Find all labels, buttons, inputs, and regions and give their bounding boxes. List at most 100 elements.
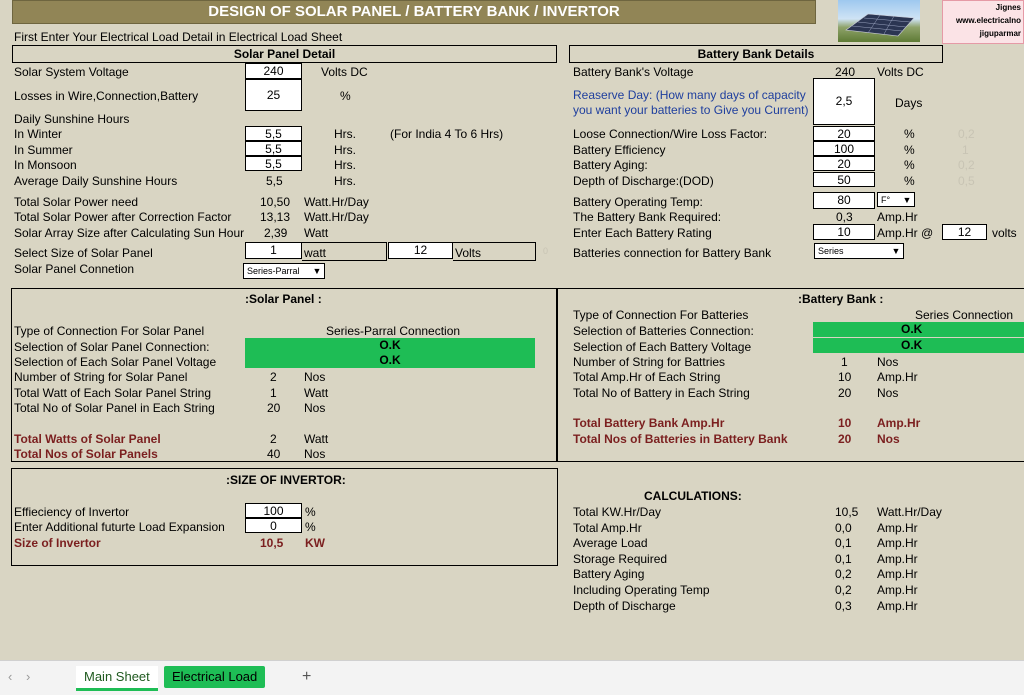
author-handle: jiguparmar <box>979 29 1021 38</box>
solar-panels-string-value: 20 <box>267 401 281 415</box>
calc-row-value: 0,2 <box>835 567 852 581</box>
dod-unit: % <box>904 174 915 188</box>
dod-input[interactable]: 50 <box>813 172 875 187</box>
chevron-down-icon[interactable]: ▼ <box>311 265 323 277</box>
sheet-title-banner: DESIGN OF SOLAR PANEL / BATTERY BANK / I… <box>12 0 816 24</box>
solar-panels-string-label: Total No of Solar Panel in Each String <box>14 401 215 415</box>
reserve-day-label-2: you want your batteries to Give you Curr… <box>573 103 809 117</box>
sheet-tab-bar: ‹ › Main Sheet Electrical Load + <box>0 660 1024 695</box>
solar-sel-volt-status: O.K <box>245 353 535 368</box>
losses-label: Losses in Wire,Connection,Battery <box>14 89 199 103</box>
total-batteries-value: 20 <box>838 432 852 446</box>
solar-panels-string-unit: Nos <box>304 401 326 415</box>
solar-sel-conn-status: O.K <box>245 338 535 353</box>
winter-label: In Winter <box>14 127 63 141</box>
dod-ghost: 0,5 <box>958 174 975 188</box>
solar-panel-detail-header: Solar Panel Detail <box>12 45 557 63</box>
battery-aging-ghost: 0,2 <box>958 158 975 172</box>
invertor-title: :SIZE OF INVERTOR: <box>226 473 346 487</box>
battery-amp-string-unit: Amp.Hr <box>877 370 918 384</box>
monsoon-input[interactable]: 5,5 <box>245 156 302 171</box>
battery-sel-volt-label: Selection of Each Battery Voltage <box>573 340 752 354</box>
battery-efficiency-input[interactable]: 100 <box>813 141 875 156</box>
battery-connection-value: Series <box>818 246 844 256</box>
solar-watt-string-label: Total Watt of Each Solar Panel String <box>14 386 211 400</box>
panel-connection-dropdown[interactable]: Series-Parral ▼ <box>243 263 325 279</box>
solar-strings-value: 2 <box>270 370 277 384</box>
battery-efficiency-unit: % <box>904 143 915 157</box>
panel-volts-input[interactable]: 12 <box>388 242 453 259</box>
solar-strings-label: Number of String for Solar Panel <box>14 370 188 384</box>
battery-strings-value: 1 <box>841 355 848 369</box>
losses-input[interactable]: 25 <box>245 79 302 111</box>
calc-row-value: 0,1 <box>835 536 852 550</box>
calc-row-unit: Amp.Hr <box>877 583 918 597</box>
loose-connection-unit: % <box>904 127 915 141</box>
battery-result-title: :Battery Bank : <box>798 292 884 306</box>
temp-unit-dropdown[interactable]: F° ▼ <box>877 192 915 207</box>
solar-sel-volt-label: Selection of Each Solar Panel Voltage <box>14 355 217 369</box>
system-voltage-unit: Volts DC <box>321 65 368 79</box>
power-need-label: Total Solar Power need <box>14 195 139 209</box>
total-watts-unit: Watt <box>304 432 329 446</box>
battery-sel-conn-status: O.K <box>813 322 1024 337</box>
summer-input[interactable]: 5,5 <box>245 141 302 156</box>
battery-voltage-unit: Volts DC <box>877 65 924 79</box>
panel-size-label: Select Size of Solar Panel <box>14 246 153 260</box>
summer-unit: Hrs. <box>334 143 356 157</box>
winter-input[interactable]: 5,5 <box>245 126 302 141</box>
battery-voltage-label: Battery Bank's Voltage <box>573 65 694 79</box>
calc-row-label: Total KW.Hr/Day <box>573 505 662 519</box>
battery-volts-input[interactable]: 12 <box>942 224 987 240</box>
calc-row-label: Depth of Discharge <box>573 599 676 613</box>
tab-main-sheet[interactable]: Main Sheet <box>76 666 158 691</box>
battery-aging-input[interactable]: 20 <box>813 156 875 171</box>
solar-panel-image <box>838 0 920 42</box>
total-panels-label: Total Nos of Solar Panels <box>14 447 158 461</box>
power-need-unit: Watt.Hr/Day <box>304 195 369 209</box>
chevron-down-icon[interactable]: ▼ <box>890 245 902 257</box>
panel-trail-value: 0 <box>543 246 549 256</box>
battery-amp-string-value: 10 <box>838 370 852 384</box>
reserve-day-input[interactable]: 2,5 <box>813 78 875 125</box>
array-size-label: Solar Array Size after Calculating Sun H… <box>14 226 245 240</box>
operating-temp-input[interactable]: 80 <box>813 192 875 209</box>
battery-nos-string-unit: Nos <box>877 386 899 400</box>
system-voltage-input[interactable]: 240 <box>245 63 302 79</box>
calc-row-unit: Amp.Hr <box>877 552 918 566</box>
loose-connection-input[interactable]: 20 <box>813 126 875 141</box>
calc-row-unit: Watt.Hr/Day <box>877 505 942 519</box>
battery-bank-details-header: Battery Bank Details <box>569 45 943 63</box>
scroll-right-icon[interactable]: › <box>18 666 38 688</box>
battery-aging-unit: % <box>904 158 915 172</box>
total-battery-amp-unit: Amp.Hr <box>877 416 921 430</box>
calc-row-label: Storage Required <box>573 552 668 566</box>
solar-watt-string-unit: Watt <box>304 386 329 400</box>
calc-row-value: 0,0 <box>835 521 852 535</box>
battery-aging-label: Battery Aging: <box>573 158 648 172</box>
add-sheet-button[interactable]: + <box>294 666 319 688</box>
tab-electrical-load[interactable]: Electrical Load <box>164 666 266 688</box>
total-battery-amp-label: Total Battery Bank Amp.Hr <box>573 416 725 430</box>
battery-rating-input[interactable]: 10 <box>813 224 875 240</box>
reserve-day-unit: Days <box>895 96 923 110</box>
chevron-down-icon[interactable]: ▼ <box>901 194 913 206</box>
monsoon-label: In Monsoon <box>14 158 77 172</box>
battery-strings-unit: Nos <box>877 355 899 369</box>
solar-strings-unit: Nos <box>304 370 326 384</box>
battery-sel-conn-label: Selection of Batteries Connection: <box>573 324 754 338</box>
battery-connection-dropdown[interactable]: Series ▼ <box>814 243 904 259</box>
expansion-input[interactable]: 0 <box>245 518 302 533</box>
calc-row-value: 0,3 <box>835 599 852 613</box>
calc-row-label: Battery Aging <box>573 567 645 581</box>
battery-rating-label: Enter Each Battery Rating <box>573 226 712 240</box>
loose-connection-ghost: 0,2 <box>958 127 975 141</box>
expansion-unit: % <box>305 520 316 534</box>
system-voltage-label: Solar System Voltage <box>14 65 129 79</box>
invertor-eff-input[interactable]: 100 <box>245 503 302 518</box>
calc-row-unit: Amp.Hr <box>877 521 918 535</box>
calc-row-label: Including Operating Temp <box>573 583 710 597</box>
battery-efficiency-ghost: 1 <box>962 143 969 157</box>
battery-type-value: Series Connection <box>915 308 1014 322</box>
panel-watt-input[interactable]: 1 <box>245 242 302 259</box>
